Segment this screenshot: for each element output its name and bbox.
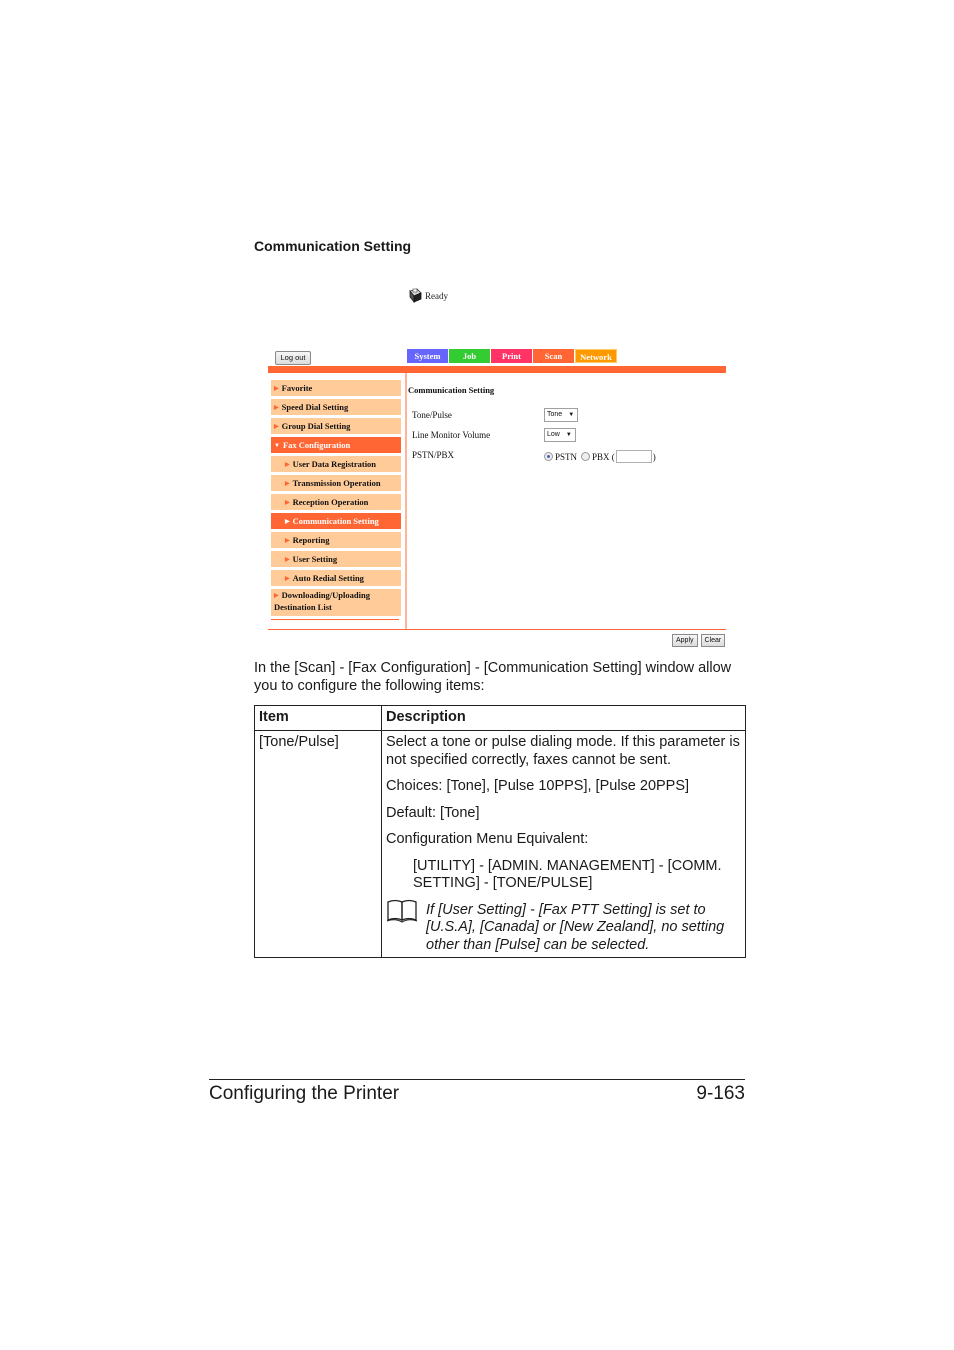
description-cell: Select a tone or pulse dialing mode. If … bbox=[381, 730, 746, 958]
table-row: [Tone/Pulse] Select a tone or pulse dial… bbox=[254, 730, 746, 958]
line-monitor-volume-label: Line Monitor Volume bbox=[412, 430, 491, 440]
tone-pulse-row: Tone/Pulse Tone ▼ bbox=[408, 408, 728, 428]
tab-scan[interactable]: Scan bbox=[533, 349, 574, 363]
column-header-item: Item bbox=[254, 705, 382, 731]
table-header-row: Item Description bbox=[254, 705, 746, 731]
tone-pulse-select[interactable]: Tone ▼ bbox=[544, 408, 579, 422]
triangle-right-icon: ▶ bbox=[274, 424, 279, 430]
triangle-right-icon: ▶ bbox=[285, 557, 290, 563]
select-value: Tone bbox=[547, 411, 563, 418]
status-text: Ready bbox=[425, 290, 448, 301]
pstn-radio[interactable] bbox=[544, 452, 553, 461]
main-tabs: System Job Print Scan Network bbox=[407, 349, 618, 363]
clear-button[interactable]: Clear bbox=[700, 634, 726, 647]
sidebar-item-label: Transmission Operation bbox=[292, 478, 381, 488]
note-text: If [User Setting] - [Fax PTT Setting] is… bbox=[426, 901, 725, 953]
triangle-right-icon: ▶ bbox=[285, 538, 290, 544]
line-monitor-volume-row: Line Monitor Volume Low ▼ bbox=[408, 428, 728, 448]
note: If [User Setting] - [Fax PTT Setting] is… bbox=[386, 899, 741, 955]
tab-job[interactable]: Job bbox=[449, 349, 490, 363]
sidebar-item-group-dial-setting[interactable]: ▶ Group Dial Setting bbox=[271, 418, 401, 434]
column-header-description: Description bbox=[381, 705, 746, 731]
sidebar-item-transmission-operation[interactable]: ▶ Transmission Operation bbox=[271, 475, 401, 491]
sidebar-item-auto-redial-setting[interactable]: ▶ Auto Redial Setting bbox=[271, 570, 401, 586]
sidebar-item-label: Destination List bbox=[274, 602, 332, 612]
pstn-pbx-label: PSTN/PBX bbox=[412, 450, 455, 460]
web-ui-screenshot: Ready Log out System Job Print Scan Netw… bbox=[265, 285, 730, 650]
pbx-number-input[interactable] bbox=[615, 450, 652, 463]
sidebar-item-label: Favorite bbox=[281, 383, 313, 393]
sidebar-item-label: User Setting bbox=[292, 554, 338, 564]
triangle-right-icon: ▶ bbox=[285, 519, 290, 525]
panel-title: Communication Setting bbox=[408, 385, 495, 395]
header-bar bbox=[268, 366, 726, 373]
sidebar-item-downloading-uploading-destination-list[interactable]: ▶ Downloading/Uploading Destination List bbox=[271, 589, 401, 616]
sidebar-item-label: Auto Redial Setting bbox=[292, 573, 364, 583]
vertical-divider bbox=[405, 373, 407, 629]
pbx-radio[interactable] bbox=[581, 452, 591, 461]
triangle-right-icon: ▶ bbox=[285, 462, 290, 468]
sidebar-item-communication-setting[interactable]: ▶ Communication Setting bbox=[271, 513, 401, 529]
tab-print[interactable]: Print bbox=[491, 349, 532, 363]
line-monitor-volume-select[interactable]: Low ▼ bbox=[544, 428, 576, 442]
printer-icon bbox=[407, 288, 423, 304]
book-icon bbox=[386, 898, 420, 924]
sidebar-item-speed-dial-setting[interactable]: ▶ Speed Dial Setting bbox=[271, 399, 401, 415]
sidebar-item-reception-operation[interactable]: ▶ Reception Operation bbox=[271, 494, 401, 510]
sidebar-item-user-setting[interactable]: ▶ User Setting bbox=[271, 551, 401, 567]
apply-button[interactable]: Apply bbox=[672, 634, 698, 647]
menu-equivalent-label: Configuration Menu Equivalent: bbox=[386, 831, 589, 847]
sidebar-item-fax-configuration[interactable]: ▼ Fax Configuration bbox=[271, 437, 401, 453]
item-cell: [Tone/Pulse] bbox=[254, 730, 382, 958]
page-number: 9-163 bbox=[696, 1083, 745, 1104]
sidebar-nav: ▶ Favorite ▶ Speed Dial Setting ▶ Group Dia… bbox=[271, 380, 401, 620]
printer-status: Ready bbox=[407, 288, 448, 304]
select-value: Low bbox=[547, 431, 560, 438]
sidebar-item-user-data-registration[interactable]: ▶ User Data Registration bbox=[271, 456, 401, 472]
pstn-radio-label: PSTN bbox=[555, 451, 578, 462]
sidebar-item-label: Speed Dial Setting bbox=[281, 402, 349, 412]
footer-title: Configuring the Printer bbox=[209, 1083, 400, 1104]
close-paren: ) bbox=[652, 451, 656, 462]
sidebar-item-label: User Data Registration bbox=[292, 459, 377, 469]
triangle-right-icon: ▶ bbox=[274, 593, 279, 599]
settings-description-table: Item Description [Tone/Pulse] Select a t… bbox=[254, 705, 746, 958]
triangle-down-icon: ▼ bbox=[274, 443, 280, 449]
sidebar-item-label: Fax Configuration bbox=[282, 440, 351, 450]
sidebar-item-reporting[interactable]: ▶ Reporting bbox=[271, 532, 401, 548]
section-heading: Communication Setting bbox=[254, 238, 412, 254]
menu-path: [UTILITY] - [ADMIN. MANAGEMENT] - [COMM.… bbox=[413, 857, 722, 892]
sidebar-divider bbox=[271, 619, 399, 620]
sidebar-item-label: Reception Operation bbox=[292, 497, 369, 507]
sidebar-item-label: Reporting bbox=[292, 535, 330, 545]
chevron-down-icon: ▼ bbox=[565, 432, 572, 438]
tone-pulse-label: Tone/Pulse bbox=[412, 410, 452, 420]
triangle-right-icon: ▶ bbox=[285, 481, 290, 487]
description-text: Select a tone or pulse dialing mode. If … bbox=[386, 734, 740, 768]
sidebar-item-label: Communication Setting bbox=[292, 516, 379, 526]
pbx-radio-label: PBX ( bbox=[592, 451, 615, 462]
default-text: Default: [Tone] bbox=[386, 804, 480, 821]
logout-button[interactable]: Log out bbox=[275, 351, 311, 365]
chevron-down-icon: ▼ bbox=[568, 412, 575, 418]
sidebar-item-label: Downloading/Uploading bbox=[281, 590, 370, 600]
tab-system[interactable]: System bbox=[407, 349, 448, 363]
tab-network[interactable]: Network bbox=[575, 349, 617, 363]
triangle-right-icon: ▶ bbox=[274, 405, 279, 411]
triangle-right-icon: ▶ bbox=[285, 576, 290, 582]
footer-bar bbox=[268, 629, 726, 630]
pstn-pbx-row: PSTN/PBX PSTN PBX ( ) bbox=[408, 448, 728, 468]
footer-rule bbox=[209, 1079, 745, 1080]
sidebar-item-favorite[interactable]: ▶ Favorite bbox=[271, 380, 401, 396]
triangle-right-icon: ▶ bbox=[285, 500, 290, 506]
form-buttons: Apply Clear bbox=[669, 634, 726, 647]
settings-panel: Communication Setting Tone/Pulse Tone ▼ L… bbox=[408, 385, 728, 468]
choices-text: Choices: [Tone], [Pulse 10PPS], [Pulse 2… bbox=[386, 778, 690, 794]
triangle-right-icon: ▶ bbox=[274, 386, 279, 392]
sidebar-item-label: Group Dial Setting bbox=[281, 421, 351, 431]
intro-paragraph: In the [Scan] - [Fax Configuration] - [C… bbox=[254, 660, 732, 694]
